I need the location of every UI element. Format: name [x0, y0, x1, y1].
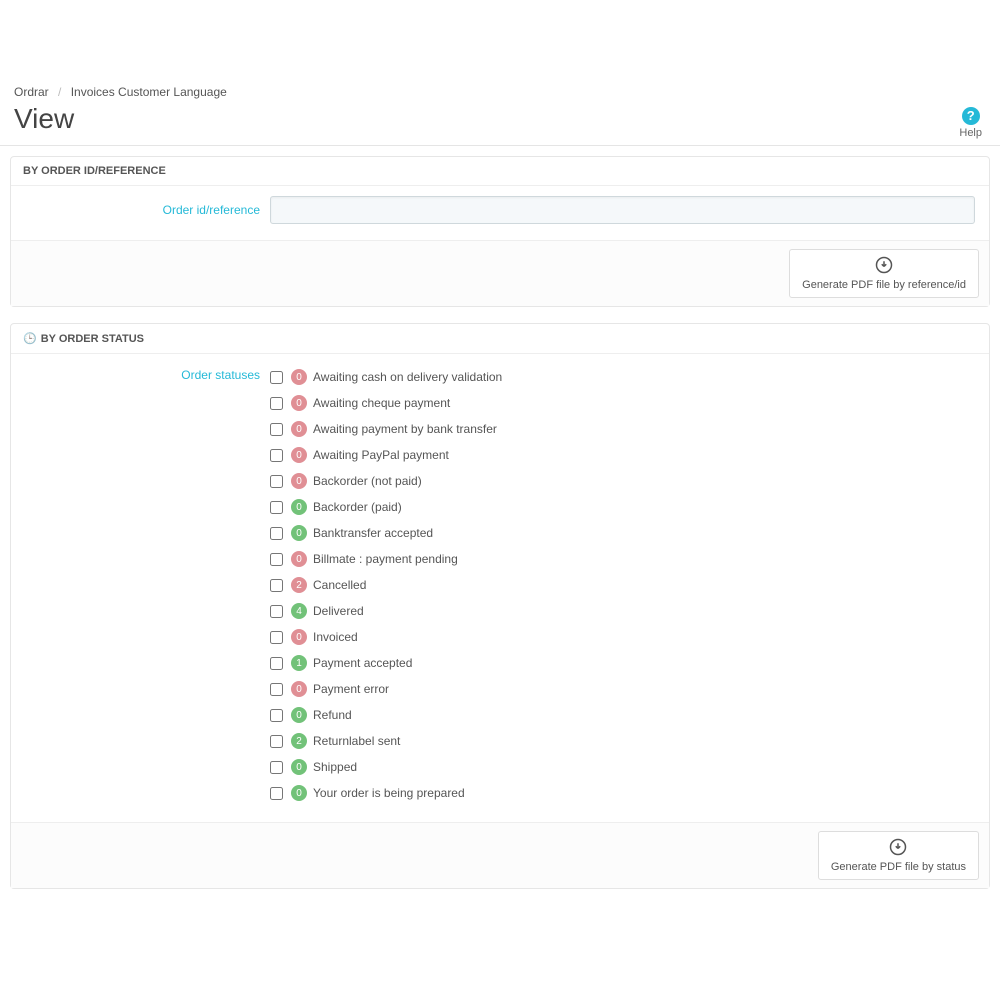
- download-icon: [831, 838, 966, 859]
- status-row: 0 Shipped: [270, 754, 502, 780]
- status-row: 0 Your order is being prepared: [270, 780, 502, 806]
- clock-icon: [23, 332, 41, 345]
- help-button[interactable]: ? Help: [959, 107, 982, 139]
- status-checkbox[interactable]: [270, 553, 283, 566]
- status-label: Delivered: [313, 604, 364, 618]
- status-row: 4 Delivered: [270, 598, 502, 624]
- status-label: Backorder (not paid): [313, 474, 422, 488]
- status-label: Refund: [313, 708, 352, 722]
- status-row: 0 Awaiting cash on delivery validation: [270, 364, 502, 390]
- order-reference-input[interactable]: [270, 196, 975, 224]
- status-row: 0 Backorder (paid): [270, 494, 502, 520]
- status-label: Payment error: [313, 682, 389, 696]
- status-label: Awaiting PayPal payment: [313, 448, 449, 462]
- status-checkbox[interactable]: [270, 475, 283, 488]
- generate-pdf-by-reference-label: Generate PDF file by reference/id: [802, 279, 966, 291]
- status-count-badge: 0: [291, 473, 307, 489]
- generate-pdf-by-status-button[interactable]: Generate PDF file by status: [818, 831, 979, 880]
- status-checkbox[interactable]: [270, 371, 283, 384]
- page-title: View: [14, 103, 986, 135]
- status-checkbox[interactable]: [270, 527, 283, 540]
- status-count-badge: 0: [291, 499, 307, 515]
- status-label: Shipped: [313, 760, 357, 774]
- status-count-badge: 2: [291, 733, 307, 749]
- status-count-badge: 0: [291, 525, 307, 541]
- status-count-badge: 0: [291, 447, 307, 463]
- breadcrumb: Ordrar / Invoices Customer Language: [14, 85, 986, 99]
- status-label: Awaiting payment by bank transfer: [313, 422, 497, 436]
- status-checkbox[interactable]: [270, 397, 283, 410]
- breadcrumb-current[interactable]: Invoices Customer Language: [71, 85, 227, 99]
- status-checkbox[interactable]: [270, 761, 283, 774]
- order-statuses-label: Order statuses: [25, 364, 270, 382]
- status-count-badge: 0: [291, 395, 307, 411]
- status-checkbox[interactable]: [270, 579, 283, 592]
- status-count-badge: 0: [291, 681, 307, 697]
- status-checkbox[interactable]: [270, 735, 283, 748]
- status-row: 0 Invoiced: [270, 624, 502, 650]
- status-row: 0 Banktransfer accepted: [270, 520, 502, 546]
- status-count-badge: 0: [291, 551, 307, 567]
- status-checkbox[interactable]: [270, 787, 283, 800]
- breadcrumb-sep: /: [58, 85, 61, 99]
- status-row: 0 Billmate : payment pending: [270, 546, 502, 572]
- status-count-badge: 1: [291, 655, 307, 671]
- status-label: Banktransfer accepted: [313, 526, 433, 540]
- status-checkbox[interactable]: [270, 501, 283, 514]
- panel-heading-status: BY ORDER STATUS: [11, 324, 989, 354]
- status-label: Cancelled: [313, 578, 366, 592]
- status-checkbox[interactable]: [270, 605, 283, 618]
- status-row: 0 Awaiting PayPal payment: [270, 442, 502, 468]
- status-label: Your order is being prepared: [313, 786, 465, 800]
- help-label: Help: [959, 127, 982, 139]
- status-checkbox[interactable]: [270, 449, 283, 462]
- download-icon: [802, 256, 966, 277]
- status-row: 0 Payment error: [270, 676, 502, 702]
- status-count-badge: 4: [291, 603, 307, 619]
- status-count-badge: 0: [291, 629, 307, 645]
- order-reference-label: Order id/reference: [25, 203, 270, 217]
- status-label: Payment accepted: [313, 656, 412, 670]
- status-label: Returnlabel sent: [313, 734, 400, 748]
- status-row: 0 Awaiting cheque payment: [270, 390, 502, 416]
- status-row: 0 Backorder (not paid): [270, 468, 502, 494]
- status-row: 0 Awaiting payment by bank transfer: [270, 416, 502, 442]
- status-label: Billmate : payment pending: [313, 552, 458, 566]
- status-checkbox[interactable]: [270, 423, 283, 436]
- status-label: Awaiting cheque payment: [313, 396, 450, 410]
- status-row: 1 Payment accepted: [270, 650, 502, 676]
- status-count-badge: 0: [291, 421, 307, 437]
- status-label: Invoiced: [313, 630, 358, 644]
- help-icon: ?: [962, 107, 980, 125]
- generate-pdf-by-reference-button[interactable]: Generate PDF file by reference/id: [789, 249, 979, 298]
- status-checkbox[interactable]: [270, 683, 283, 696]
- status-row: 2 Cancelled: [270, 572, 502, 598]
- panel-by-order-status: BY ORDER STATUS Order statuses 0 Awaiting…: [10, 323, 990, 889]
- status-count-badge: 0: [291, 707, 307, 723]
- status-count-badge: 2: [291, 577, 307, 593]
- status-label: Awaiting cash on delivery validation: [313, 370, 502, 384]
- status-label: Backorder (paid): [313, 500, 402, 514]
- panel-by-order-reference: BY ORDER ID/REFERENCE Order id/reference…: [10, 156, 990, 307]
- status-checkbox[interactable]: [270, 657, 283, 670]
- status-count-badge: 0: [291, 369, 307, 385]
- status-count-badge: 0: [291, 785, 307, 801]
- status-row: 0 Refund: [270, 702, 502, 728]
- generate-pdf-by-status-label: Generate PDF file by status: [831, 861, 966, 873]
- panel-heading-reference-text: BY ORDER ID/REFERENCE: [23, 165, 166, 177]
- status-checkbox[interactable]: [270, 709, 283, 722]
- status-row: 2 Returnlabel sent: [270, 728, 502, 754]
- panel-heading-status-text: BY ORDER STATUS: [41, 333, 144, 345]
- status-list: 0 Awaiting cash on delivery validation 0 Aw…: [270, 364, 502, 806]
- breadcrumb-root[interactable]: Ordrar: [14, 85, 49, 99]
- status-count-badge: 0: [291, 759, 307, 775]
- status-checkbox[interactable]: [270, 631, 283, 644]
- panel-heading-reference: BY ORDER ID/REFERENCE: [11, 157, 989, 186]
